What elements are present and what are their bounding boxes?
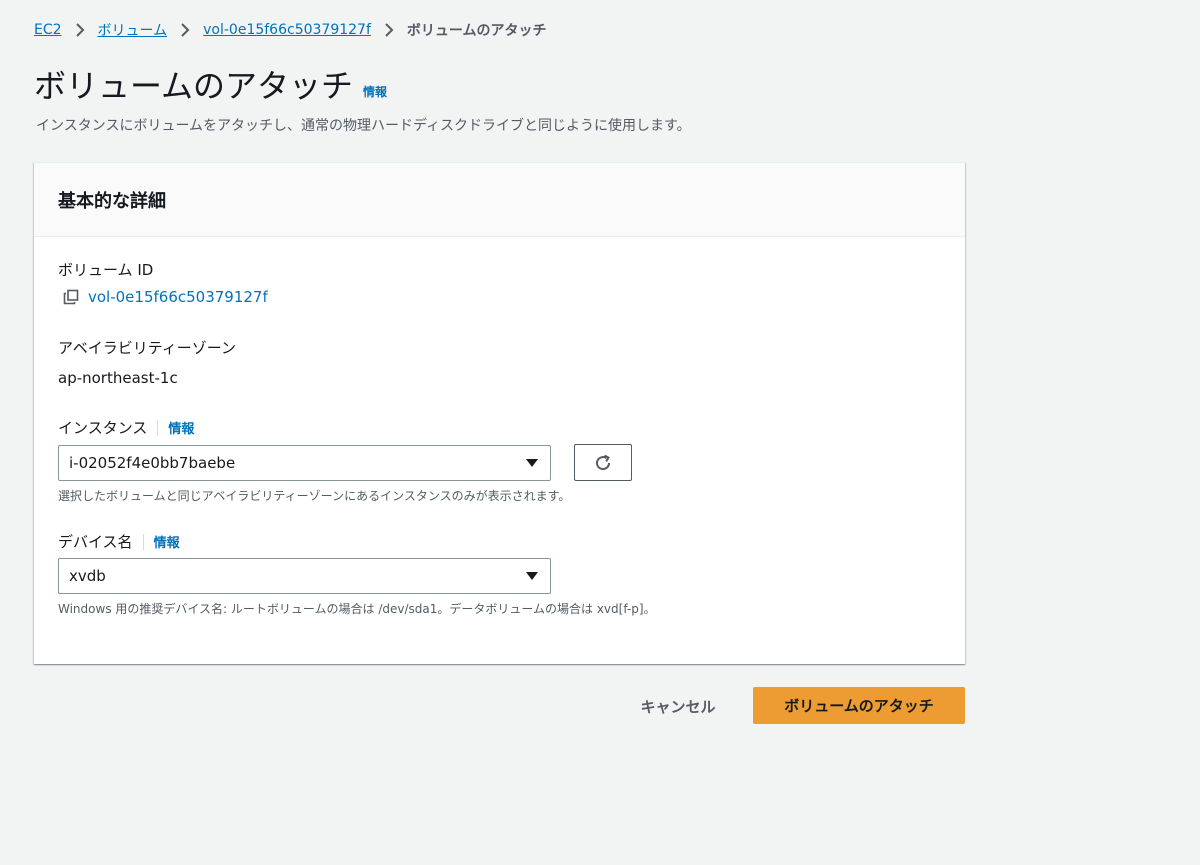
- volume-id-row: vol-0e15f66c50379127f: [63, 288, 268, 306]
- device-name-label-row: デバイス名 情報: [58, 531, 180, 552]
- breadcrumb-current: ボリュームのアタッチ: [406, 23, 547, 39]
- refresh-icon: [593, 453, 613, 473]
- instance-info-link[interactable]: 情報: [168, 418, 194, 437]
- device-name-label: デバイス名: [58, 533, 133, 551]
- label-divider: [142, 533, 144, 550]
- copy-icon[interactable]: [63, 289, 79, 305]
- caret-down-icon: [526, 459, 538, 467]
- volume-id-label: ボリューム ID: [58, 261, 154, 279]
- cancel-button[interactable]: キャンセル: [622, 688, 734, 724]
- instance-label: インスタンス: [58, 419, 148, 437]
- chevron-right-icon: [371, 23, 407, 37]
- chevron-right-icon: [167, 23, 203, 37]
- device-name-hint: Windows 用の推奨デバイス名: ルートボリュームの場合は /dev/sda…: [58, 602, 656, 616]
- attach-volume-button[interactable]: ボリュームのアタッチ: [753, 687, 965, 724]
- breadcrumb: EC2 ボリューム vol-0e15f66c50379127f ボリュームのアタ…: [34, 19, 546, 41]
- instance-label-row: インスタンス 情報: [58, 417, 194, 438]
- breadcrumb-link-volume-id[interactable]: vol-0e15f66c50379127f: [203, 22, 371, 38]
- instance-hint: 選択したボリュームと同じアベイラビリティーゾーンにあるインスタンスのみが表示され…: [58, 489, 571, 503]
- label-divider: [157, 419, 159, 436]
- page-info-link[interactable]: 情報: [363, 83, 387, 100]
- device-name-select[interactable]: xvdb: [58, 558, 551, 594]
- chevron-right-icon: [62, 23, 98, 37]
- availability-zone-label: アベイラビリティーゾーン: [58, 339, 237, 357]
- availability-zone-value: ap-northeast-1c: [58, 369, 178, 387]
- panel-header: 基本的な詳細: [34, 163, 965, 237]
- instance-select[interactable]: i-02052f4e0bb7baebe: [58, 445, 551, 481]
- page-header: ボリュームのアタッチ 情報: [34, 64, 387, 108]
- device-name-info-link[interactable]: 情報: [154, 532, 180, 551]
- breadcrumb-link-ec2[interactable]: EC2: [34, 22, 62, 38]
- volume-id-link[interactable]: vol-0e15f66c50379127f: [88, 288, 268, 306]
- refresh-instances-button[interactable]: [574, 444, 632, 481]
- page-description: インスタンスにボリュームをアタッチし、通常の物理ハードディスクドライブと同じよう…: [36, 118, 691, 134]
- panel-title: 基本的な詳細: [58, 190, 166, 212]
- breadcrumb-link-volumes[interactable]: ボリューム: [98, 20, 168, 40]
- device-name-select-value: xvdb: [69, 567, 106, 585]
- basic-details-panel: 基本的な詳細 ボリューム ID vol-0e15f66c50379127f アベ…: [34, 162, 965, 664]
- page-title: ボリュームのアタッチ: [34, 67, 354, 105]
- caret-down-icon: [526, 572, 538, 580]
- instance-select-value: i-02052f4e0bb7baebe: [69, 454, 236, 472]
